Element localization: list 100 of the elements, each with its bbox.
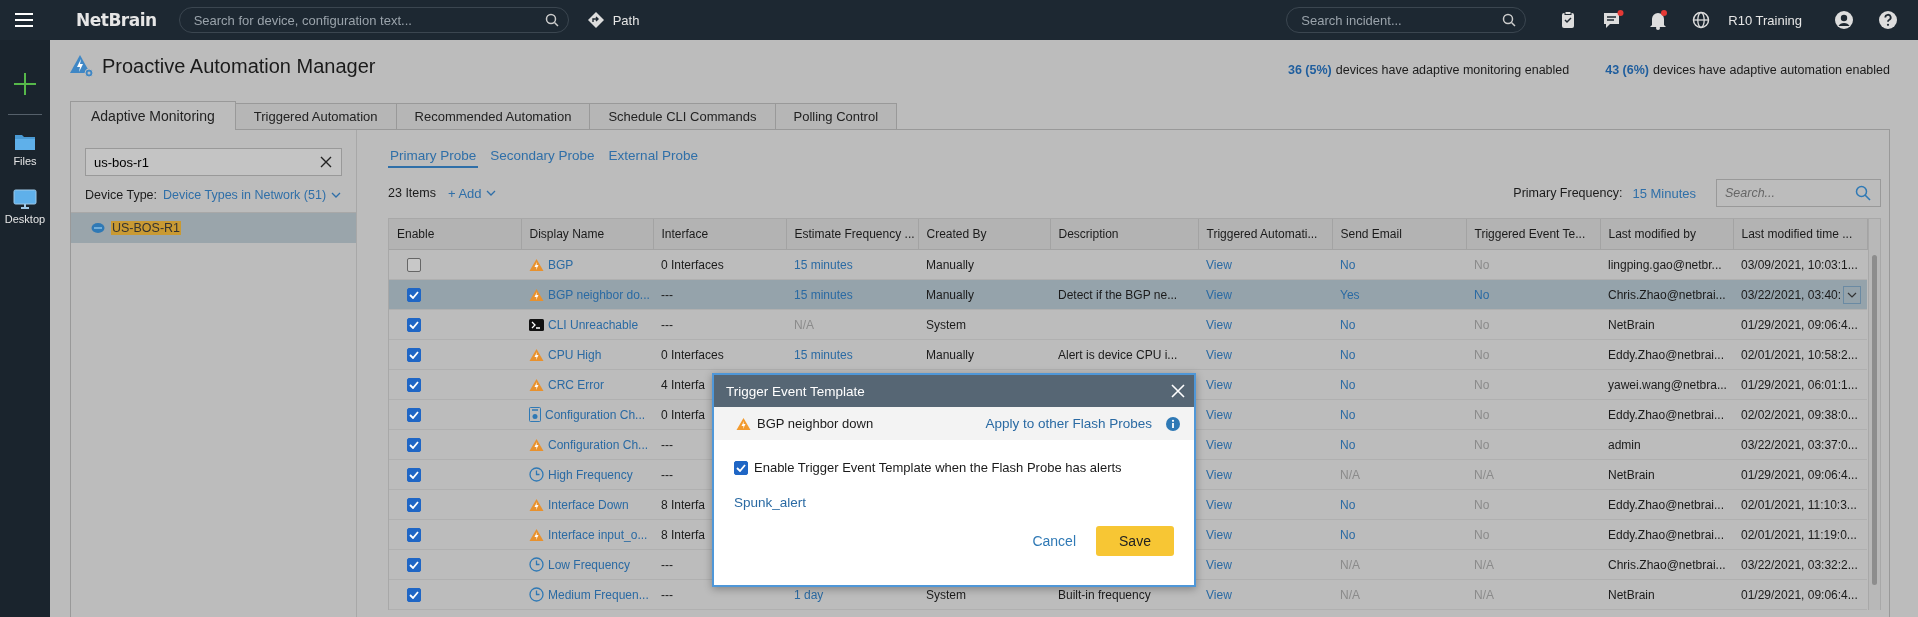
cell-link[interactable]: View xyxy=(1206,407,1232,422)
dropdown-icon[interactable] xyxy=(1843,285,1862,304)
column-header[interactable]: Display Name xyxy=(521,219,653,250)
search-icon[interactable] xyxy=(544,13,559,27)
tab[interactable]: Adaptive Monitoring xyxy=(70,101,236,130)
option-label[interactable]: Enable Trigger Event Template when the Flash Probe has alerts xyxy=(754,460,1122,475)
tab[interactable]: Polling Control xyxy=(774,103,898,129)
probe-tab[interactable]: Secondary Probe xyxy=(488,144,597,168)
checkbox[interactable] xyxy=(407,557,421,572)
probe-name-link[interactable]: CPU High xyxy=(548,347,602,362)
cell-link[interactable]: No xyxy=(1340,257,1356,272)
tab[interactable]: Triggered Automation xyxy=(234,103,397,129)
cell-link[interactable]: No xyxy=(1474,287,1490,302)
checkbox[interactable] xyxy=(407,497,421,512)
tab[interactable]: Schedule CLI Commands xyxy=(589,103,776,129)
bell-icon[interactable] xyxy=(1648,10,1669,30)
probe-name-link[interactable]: Interface input_o... xyxy=(548,527,648,542)
cell-link[interactable]: No xyxy=(1340,497,1356,512)
column-header[interactable]: Last modified time ... xyxy=(1733,219,1867,250)
globe-icon[interactable] xyxy=(1692,11,1711,29)
save-button[interactable]: Save xyxy=(1096,526,1174,556)
checkbox[interactable] xyxy=(407,317,421,332)
column-header[interactable]: Description xyxy=(1050,219,1198,250)
user-icon[interactable] xyxy=(1834,10,1854,30)
probe-name-link[interactable]: Interface Down xyxy=(548,497,629,512)
cell-link[interactable]: Yes xyxy=(1340,287,1360,302)
chat-icon[interactable] xyxy=(1602,10,1625,30)
template-link[interactable]: Spunk_alert xyxy=(734,495,1174,510)
probe-name-link[interactable]: Configuration Ch... xyxy=(548,437,649,452)
tree-item[interactable]: US-BOS-R1 xyxy=(71,213,356,243)
checkbox[interactable] xyxy=(407,287,421,302)
cell-link[interactable]: 1 day xyxy=(794,587,824,602)
cell-link[interactable]: 15 minutes xyxy=(794,257,853,272)
path-button[interactable]: Path xyxy=(580,10,646,30)
search-field[interactable]: Search for device, configuration text... xyxy=(178,7,569,33)
search-icon[interactable] xyxy=(1502,13,1517,27)
cell-link[interactable]: View xyxy=(1206,557,1232,572)
checkbox[interactable] xyxy=(407,587,421,602)
cell-link[interactable]: No xyxy=(1340,317,1356,332)
cell-link[interactable]: View xyxy=(1206,317,1232,332)
files-label[interactable]: Files xyxy=(13,155,37,167)
desktop-label[interactable]: Desktop xyxy=(4,213,46,225)
cell-link[interactable]: View xyxy=(1206,497,1232,512)
probe-tab[interactable]: Primary Probe xyxy=(388,144,479,168)
cell-link[interactable]: No xyxy=(1340,377,1356,392)
table-row[interactable]: BGP neighbor do... --- 15 minutes Manually Detect if the BGP ne... View Yes No Chris.Zhao@netbrai... 03/22/2021, 03:40: xyxy=(389,279,1867,310)
domain-name[interactable]: R10 Training xyxy=(1728,12,1802,28)
cell-link[interactable]: View xyxy=(1206,437,1232,452)
table-search-field[interactable]: Search... xyxy=(1716,179,1881,207)
cell-link[interactable]: View xyxy=(1206,377,1232,392)
add-icon[interactable] xyxy=(13,72,37,96)
cell-link[interactable]: No xyxy=(1340,527,1356,542)
column-header[interactable]: Triggered Event Te... xyxy=(1466,219,1600,250)
cell-link[interactable]: No xyxy=(1340,437,1356,452)
close-icon[interactable] xyxy=(1171,384,1185,398)
cell-link[interactable]: View xyxy=(1206,347,1232,362)
checkbox[interactable] xyxy=(407,407,421,422)
incident-search-field[interactable]: Search incident... xyxy=(1286,7,1527,33)
add-button[interactable]: + Add xyxy=(441,184,502,202)
probe-name-link[interactable]: Configuration Ch... xyxy=(545,407,646,422)
checkbox[interactable] xyxy=(407,377,421,392)
probe-name-link[interactable]: BGP xyxy=(548,257,574,272)
scrollbar[interactable] xyxy=(1867,219,1880,610)
cell-link[interactable]: View xyxy=(1206,587,1232,602)
column-header[interactable]: Enable xyxy=(389,219,521,250)
column-header[interactable]: Created By xyxy=(918,219,1050,250)
checkbox[interactable] xyxy=(407,527,421,542)
checkbox[interactable] xyxy=(407,347,421,362)
probe-name-link[interactable]: Medium Frequen... xyxy=(548,587,649,602)
column-header[interactable]: Interface xyxy=(653,219,786,250)
cell-link[interactable]: View xyxy=(1206,467,1232,482)
probe-name-link[interactable]: Low Frequency xyxy=(548,557,631,572)
info-icon[interactable] xyxy=(1166,416,1180,431)
device-type-dropdown[interactable]: Device Types in Network (51) xyxy=(163,188,342,202)
tab[interactable]: Recommended Automation xyxy=(395,103,591,129)
column-header[interactable]: Send Email xyxy=(1332,219,1466,250)
apply-link[interactable]: Apply to other Flash Probes xyxy=(985,416,1152,431)
probe-tab[interactable]: External Probe xyxy=(606,144,700,168)
cell-link[interactable]: View xyxy=(1206,527,1232,542)
probe-name-link[interactable]: High Frequency xyxy=(548,467,633,482)
cell-link[interactable]: No xyxy=(1340,407,1356,422)
column-header[interactable]: Last modified by xyxy=(1600,219,1733,250)
cell-link[interactable]: View xyxy=(1206,257,1232,272)
folder-icon[interactable] xyxy=(14,133,36,151)
probe-name-link[interactable]: CLI Unreachable xyxy=(548,317,639,332)
checkbox[interactable] xyxy=(407,257,421,272)
column-header[interactable]: Triggered Automati... xyxy=(1198,219,1332,250)
probe-name-link[interactable]: CRC Error xyxy=(548,377,604,392)
checkbox[interactable] xyxy=(407,437,421,452)
clear-icon[interactable] xyxy=(320,156,332,168)
checkbox[interactable] xyxy=(407,467,421,482)
monitor-icon[interactable] xyxy=(13,189,37,209)
menu-icon[interactable] xyxy=(14,12,34,28)
checkbox[interactable] xyxy=(734,460,748,475)
frequency-link[interactable]: 15 Minutes xyxy=(1632,185,1696,201)
cell-link[interactable]: 15 minutes xyxy=(794,347,853,362)
cell-link[interactable]: No xyxy=(1340,347,1356,362)
help-icon[interactable] xyxy=(1878,10,1898,30)
column-header[interactable]: Estimate Frequency ... xyxy=(786,219,918,250)
cell-link[interactable]: View xyxy=(1206,287,1232,302)
